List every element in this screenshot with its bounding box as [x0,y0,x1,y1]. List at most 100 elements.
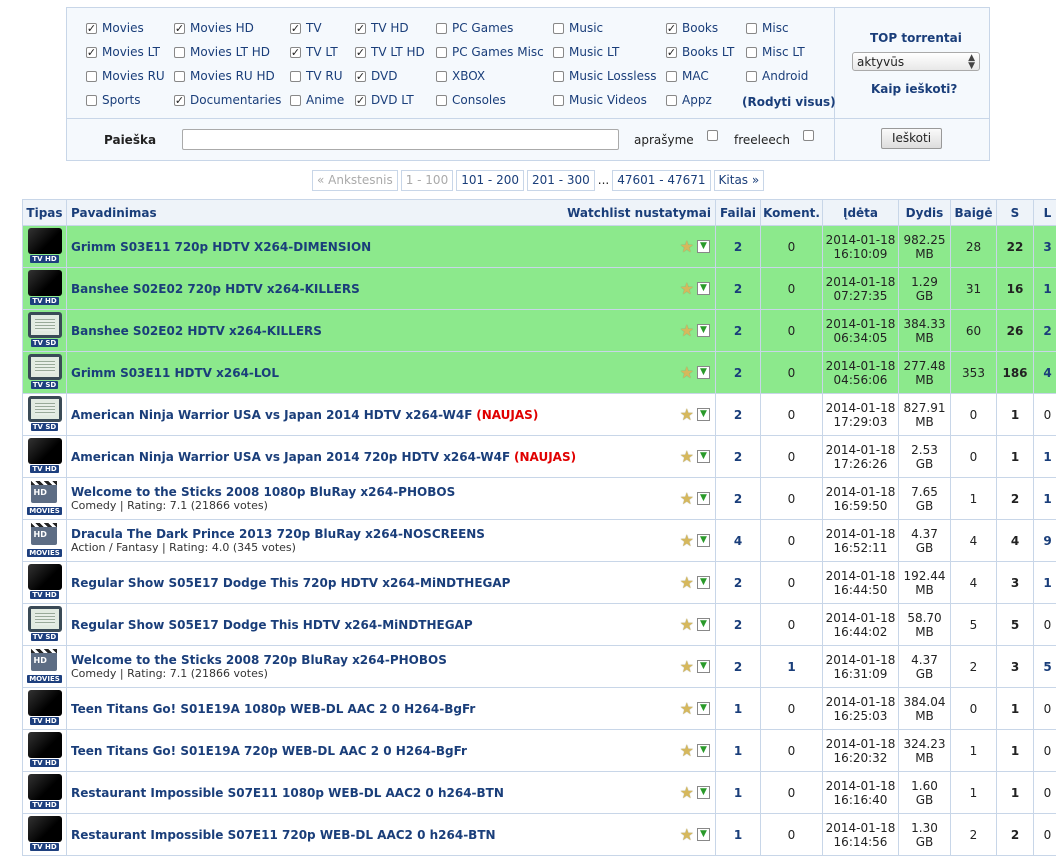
category-option[interactable]: Music Lossless [553,69,657,83]
tv-hd-icon[interactable]: TV HD [26,437,64,476]
category-option[interactable]: Movies RU HD [174,69,275,83]
category-option[interactable]: PC Games [436,21,513,35]
download-icon[interactable]: ▼ [697,239,710,253]
download-icon[interactable]: ▼ [697,491,710,505]
watchlist-star-icon[interactable]: ★ [680,490,694,507]
files-count-link[interactable]: 2 [734,408,742,422]
category-option[interactable]: Music Videos [553,93,647,107]
col-type[interactable]: Tipas [22,199,67,226]
category-checkbox[interactable]: ✓ [355,94,366,106]
col-comments[interactable]: Koment. [760,199,823,226]
tv-hd-icon[interactable]: TV HD [26,815,64,854]
tv-hd-icon[interactable]: TV HD [26,689,64,728]
category-checkbox[interactable] [666,94,677,106]
category-checkbox[interactable]: ✓ [86,46,97,58]
download-icon[interactable]: ▼ [697,449,710,463]
category-option[interactable]: Consoles [436,93,506,107]
category-checkbox[interactable] [174,46,185,58]
show-all-link[interactable]: (Rodyti visus) [742,95,836,109]
files-count-link[interactable]: 2 [734,450,742,464]
category-option[interactable]: Appz [666,93,712,107]
category-checkbox[interactable] [666,70,677,82]
comments-count[interactable]: 1 [787,660,795,674]
type-cell[interactable]: TV HD [22,561,67,604]
category-checkbox[interactable] [290,94,301,106]
watchlist-star-icon[interactable]: ★ [680,448,694,465]
movies-hd-icon[interactable]: MOVIES [26,521,64,560]
watchlist-star-icon[interactable]: ★ [680,700,694,717]
category-option[interactable]: Sports [86,93,140,107]
category-option[interactable]: Misc [746,21,789,35]
category-checkbox[interactable] [746,22,757,34]
torrent-name-link[interactable]: Banshee S02E02 HDTV x264-KILLERS [71,324,322,338]
category-checkbox[interactable] [436,94,447,106]
category-checkbox[interactable] [436,70,447,82]
type-cell[interactable]: TV HD [22,267,67,310]
type-cell[interactable]: MOVIES [22,477,67,520]
category-checkbox[interactable]: ✓ [86,22,97,34]
category-checkbox[interactable] [553,46,564,58]
category-option[interactable]: Android [746,69,808,83]
category-option[interactable]: ✓ TV LT [290,45,338,59]
watchlist-star-icon[interactable]: ★ [680,826,694,843]
category-checkbox[interactable]: ✓ [290,46,301,58]
category-option[interactable]: ✓ Movies LT [86,45,160,59]
category-option[interactable]: TV RU [290,69,342,83]
category-checkbox[interactable] [86,70,97,82]
category-checkbox[interactable] [86,94,97,106]
category-checkbox[interactable]: ✓ [666,22,677,34]
files-count-link[interactable]: 2 [734,660,742,674]
category-checkbox[interactable] [746,70,757,82]
tv-hd-icon[interactable]: TV HD [26,269,64,308]
torrent-name-link[interactable]: Grimm S03E11 HDTV x264-LOL [71,366,279,380]
category-checkbox[interactable] [553,94,564,106]
watchlist-star-icon[interactable]: ★ [680,742,694,759]
category-option[interactable]: ✓ TV LT HD [355,45,425,59]
movies-hd-icon[interactable]: MOVIES [26,479,64,518]
files-count-link[interactable]: 1 [734,786,742,800]
type-cell[interactable]: TV HD [22,687,67,730]
category-option[interactable]: Movies RU [86,69,165,83]
download-icon[interactable]: ▼ [697,281,710,295]
watchlist-star-icon[interactable]: ★ [680,784,694,801]
category-option[interactable]: MAC [666,69,709,83]
download-icon[interactable]: ▼ [697,533,710,547]
col-seeders[interactable]: S [996,199,1034,226]
watchlist-star-icon[interactable]: ★ [680,574,694,591]
tv-sd-icon[interactable]: TV SD [26,605,64,644]
search-input[interactable] [182,129,619,150]
files-count-link[interactable]: 1 [734,744,742,758]
col-leechers[interactable]: L [1033,199,1056,226]
col-completed[interactable]: Baigė [950,199,997,226]
torrent-name-link[interactable]: Dracula The Dark Prince 2013 720p BluRay… [71,527,485,541]
torrent-name-link[interactable]: Restaurant Impossible S07E11 720p WEB-DL… [71,828,496,842]
tv-hd-icon[interactable]: TV HD [26,731,64,770]
category-option[interactable]: Misc LT [746,45,805,59]
download-icon[interactable]: ▼ [697,827,710,841]
category-option[interactable]: Music [553,21,603,35]
type-cell[interactable]: TV HD [22,771,67,814]
watchlist-star-icon[interactable]: ★ [680,406,694,423]
category-option[interactable]: ✓ DVD LT [355,93,414,107]
torrent-name-link[interactable]: Teen Titans Go! S01E19A 720p WEB-DL AAC … [71,744,467,758]
download-icon[interactable]: ▼ [697,323,710,337]
pager-next[interactable]: Kitas » [713,170,765,191]
tv-hd-icon[interactable]: TV HD [26,563,64,602]
torrent-name-link[interactable]: Banshee S02E02 720p HDTV x264-KILLERS [71,282,360,296]
category-checkbox[interactable] [174,70,185,82]
tv-hd-icon[interactable]: TV HD [26,227,64,266]
search-in-description-checkbox[interactable] [707,130,718,141]
category-option[interactable]: ✓ TV HD [355,21,409,35]
files-count-link[interactable]: 2 [734,366,742,380]
category-checkbox[interactable]: ✓ [666,46,677,58]
torrent-name-link[interactable]: Welcome to the Sticks 2008 720p BluRay x… [71,653,447,667]
category-option[interactable]: XBOX [436,69,485,83]
category-option[interactable]: ✓ TV [290,21,322,35]
watchlist-star-icon[interactable]: ★ [680,238,694,255]
category-checkbox[interactable] [436,46,447,58]
category-option[interactable]: ✓ Books LT [666,45,734,59]
torrent-name-link[interactable]: Restaurant Impossible S07E11 1080p WEB-D… [71,786,504,800]
type-cell[interactable]: TV SD [22,603,67,646]
movies-hd-icon[interactable]: MOVIES [26,647,64,686]
category-checkbox[interactable]: ✓ [174,22,185,34]
